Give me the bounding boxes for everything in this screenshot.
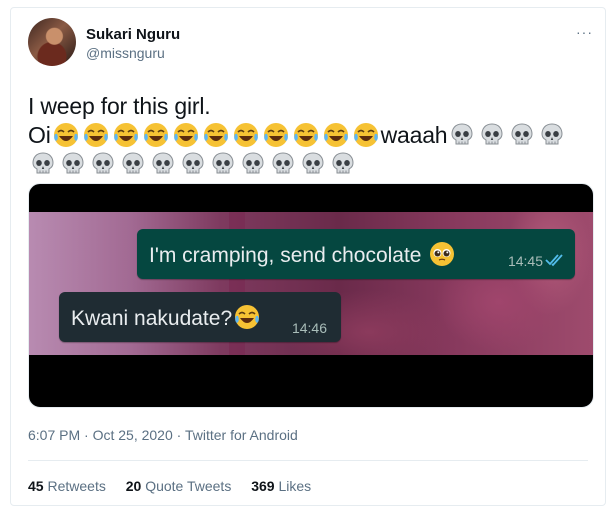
- pleading-face-icon: [430, 242, 455, 266]
- more-options-icon[interactable]: ···: [576, 24, 593, 40]
- quote-tweets-stat[interactable]: 20 Quote Tweets: [126, 478, 232, 494]
- tweet-stats: 45 Retweets 20 Quote Tweets 369 Likes: [28, 478, 327, 494]
- skull-emoji-group: [28, 150, 598, 179]
- face-with-tears-of-joy-icon: [291, 122, 321, 148]
- face-with-tears-of-joy-icon: [81, 122, 111, 148]
- face-with-tears-of-joy-icon: [171, 122, 201, 148]
- avatar[interactable]: [28, 18, 76, 66]
- meta-separator: ·: [176, 427, 182, 443]
- tweet-line-1: I weep for this girl.: [28, 93, 211, 119]
- skull-icon: [447, 122, 477, 148]
- double-check-icon: [545, 254, 563, 267]
- tweet-date[interactable]: Oct 25, 2020: [93, 427, 173, 443]
- sent-message-text: I'm cramping, send chocolate: [149, 241, 457, 268]
- skull-emoji-group: [447, 122, 567, 148]
- skull-icon: [328, 151, 358, 177]
- tweet-metadata: 6:07 PM · Oct 25, 2020 · Twitter for And…: [28, 427, 298, 443]
- skull-icon: [268, 151, 298, 177]
- laugh-emoji-group: [51, 122, 381, 148]
- sent-time: 14:45: [507, 253, 543, 269]
- tweet-prefix: Oi: [28, 122, 51, 148]
- skull-icon: [298, 151, 328, 177]
- tweet-line-2: Oi waaah: [28, 121, 598, 150]
- face-with-tears-of-joy-icon: [51, 122, 81, 148]
- received-time: 14:46: [291, 320, 327, 336]
- skull-icon: [477, 122, 507, 148]
- author-handle[interactable]: @missnguru: [86, 45, 165, 61]
- face-with-tears-of-joy-icon: [261, 122, 291, 148]
- divider: [28, 460, 588, 461]
- skull-icon: [58, 151, 88, 177]
- face-with-tears-of-joy-icon: [351, 122, 381, 148]
- skull-icon: [507, 122, 537, 148]
- received-message-text: Kwani nakudate?: [71, 304, 262, 331]
- retweets-stat[interactable]: 45 Retweets: [28, 478, 106, 494]
- face-with-tears-of-joy-icon: [141, 122, 171, 148]
- skull-icon: [118, 151, 148, 177]
- likes-stat[interactable]: 369 Likes: [251, 478, 311, 494]
- skull-icon: [238, 151, 268, 177]
- face-with-tears-of-joy-icon: [231, 122, 261, 148]
- skull-icon: [178, 151, 208, 177]
- tweet-card: Sukari Nguru @missnguru ··· I weep for t…: [10, 7, 606, 506]
- skull-icon: [208, 151, 238, 177]
- skull-icon: [537, 122, 567, 148]
- tweet-word: waaah: [380, 122, 448, 148]
- face-with-tears-of-joy-icon: [201, 122, 231, 148]
- skull-icon: [88, 151, 118, 177]
- face-with-tears-of-joy-icon: [321, 122, 351, 148]
- tweet-source[interactable]: Twitter for Android: [185, 427, 298, 443]
- skull-icon: [28, 151, 58, 177]
- face-with-tears-of-joy-icon: [111, 122, 141, 148]
- author-name[interactable]: Sukari Nguru: [86, 26, 180, 43]
- sent-message-bubble: I'm cramping, send chocolate 14:45: [137, 229, 575, 279]
- face-with-tears-of-joy-icon: [235, 305, 260, 329]
- tweet-time[interactable]: 6:07 PM: [28, 427, 80, 443]
- tweet-text: I weep for this girl. Oi waaah: [28, 92, 598, 179]
- received-message-bubble: Kwani nakudate? 14:46: [59, 292, 341, 342]
- tweet-media-image[interactable]: I'm cramping, send chocolate 14:45 Kwani…: [28, 183, 594, 408]
- skull-icon: [148, 151, 178, 177]
- meta-separator: ·: [84, 427, 89, 443]
